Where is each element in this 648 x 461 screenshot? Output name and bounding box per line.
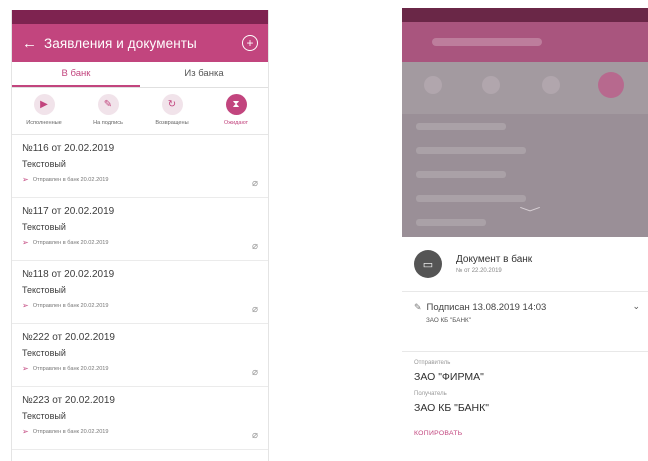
signed-date: Подписан 13.08.2019 14:03 (426, 302, 547, 313)
doc-status: Отправлен в банк 20.02.2019 (32, 239, 109, 246)
documents-list-screen: ← Заявления и документы + В банк Из банк… (11, 10, 269, 461)
copy-button[interactable]: КОПИРОВАТЬ (414, 430, 648, 437)
chevron-down-icon[interactable]: ⌄ (632, 301, 640, 312)
app-bar: ← Заявления и документы + (12, 24, 268, 62)
status-bar (12, 10, 268, 24)
folder-icon: ▭ (414, 250, 442, 278)
paperclip-icon: ⌀ (251, 367, 258, 378)
filter-to-sign[interactable]: ✎ На подпись (76, 94, 140, 134)
recipient-label: Получатель (414, 391, 447, 397)
list-item[interactable]: №222 от 20.02.2019 Текстовый ➢ Отправлен … (12, 324, 268, 387)
doc-number: №116 от 20.02.2019 (22, 143, 115, 154)
chevron-down-icon[interactable]: ﹀ (519, 204, 541, 221)
doc-number: №222 от 20.02.2019 (22, 332, 115, 343)
sheet-header: ▭ Документ в банк № от 22.20.2019 (402, 237, 648, 292)
hourglass-icon: ⧗ (225, 94, 247, 115)
send-icon: ➢ (22, 175, 29, 184)
page-title: Заявления и документы (44, 35, 197, 51)
send-icon: ➢ (22, 238, 29, 247)
paperclip-icon: ⌀ (251, 304, 258, 315)
tab-bar: В банк Из банка (12, 62, 268, 88)
filter-label: Возвращены (155, 120, 189, 126)
sheet-subtitle: № от 22.20.2019 (456, 268, 502, 274)
arrow-left-icon[interactable]: ← (22, 35, 44, 52)
refresh-icon: ↻ (161, 94, 183, 115)
signed-by: ЗАО КБ "БАНК" (426, 317, 471, 324)
filter-label: Ожидают (223, 120, 249, 126)
filter-executed[interactable]: ▶ Исполненные (12, 94, 76, 134)
doc-status: Отправлен в банк 20.02.2019 (32, 365, 109, 372)
list-item[interactable]: №118 от 20.02.2019 Текстовый ➢ Отправлен … (12, 261, 268, 324)
paperclip-icon: ⌀ (251, 178, 258, 189)
blurred-background[interactable]: ﹀ (402, 8, 648, 237)
sender-label: Отправитель (414, 360, 451, 366)
doc-type: Текстовый (22, 159, 66, 169)
document-icon: ▶ (33, 94, 55, 115)
document-detail-screen: ﹀ ▭ Документ в банк № от 22.20.2019 ✎ Под… (402, 8, 648, 461)
filter-label: На подпись (93, 120, 123, 126)
doc-type: Текстовый (22, 285, 66, 295)
doc-number: №223 от 20.02.2019 (22, 395, 115, 406)
sender-value: ЗАО "ФИРМА" (414, 371, 484, 383)
doc-type: Текстовый (22, 411, 66, 421)
send-icon: ➢ (22, 427, 29, 436)
send-icon: ➢ (22, 364, 29, 373)
recipient-value: ЗАО КБ "БАНК" (414, 402, 489, 414)
paperclip-icon: ⌀ (251, 241, 258, 252)
send-icon: ➢ (22, 301, 29, 310)
filter-label: Исполненные (26, 120, 62, 126)
plus-circle-icon[interactable]: + (242, 35, 258, 51)
tab-to-bank[interactable]: В банк (12, 62, 140, 87)
signature-icon: ✎ (97, 94, 119, 115)
doc-number: №117 от 20.02.2019 (22, 206, 115, 217)
list-item[interactable]: №223 от 20.02.2019 Текстовый ➢ Отправлен … (12, 387, 268, 450)
doc-number: №118 от 20.02.2019 (22, 269, 115, 280)
pen-icon: ✎ (414, 302, 422, 312)
filter-pending[interactable]: ⧗ Ожидают (204, 94, 268, 134)
paperclip-icon: ⌀ (251, 430, 258, 441)
list-item[interactable]: №116 от 20.02.2019 Текстовый ➢ Отправлен … (12, 135, 268, 198)
doc-status: Отправлен в банк 20.02.2019 (32, 176, 109, 183)
doc-type: Текстовый (22, 222, 66, 232)
filter-returned[interactable]: ↻ Возвращены (140, 94, 204, 134)
doc-status: Отправлен в банк 20.02.2019 (32, 302, 109, 309)
status-filters: ▶ Исполненные ✎ На подпись ↻ Возвращены … (12, 88, 268, 135)
tab-from-bank[interactable]: Из банка (140, 62, 268, 87)
doc-status: Отправлен в банк 20.02.2019 (32, 428, 109, 435)
signature-info[interactable]: ✎ Подписан 13.08.2019 14:03 ЗАО КБ "БАНК"… (402, 292, 648, 352)
list-item[interactable]: №117 от 20.02.2019 Текстовый ➢ Отправлен … (12, 198, 268, 261)
sheet-title: Документ в банк (456, 254, 533, 265)
bottom-sheet: ▭ Документ в банк № от 22.20.2019 ✎ Подпи… (402, 237, 648, 461)
doc-type: Текстовый (22, 348, 66, 358)
